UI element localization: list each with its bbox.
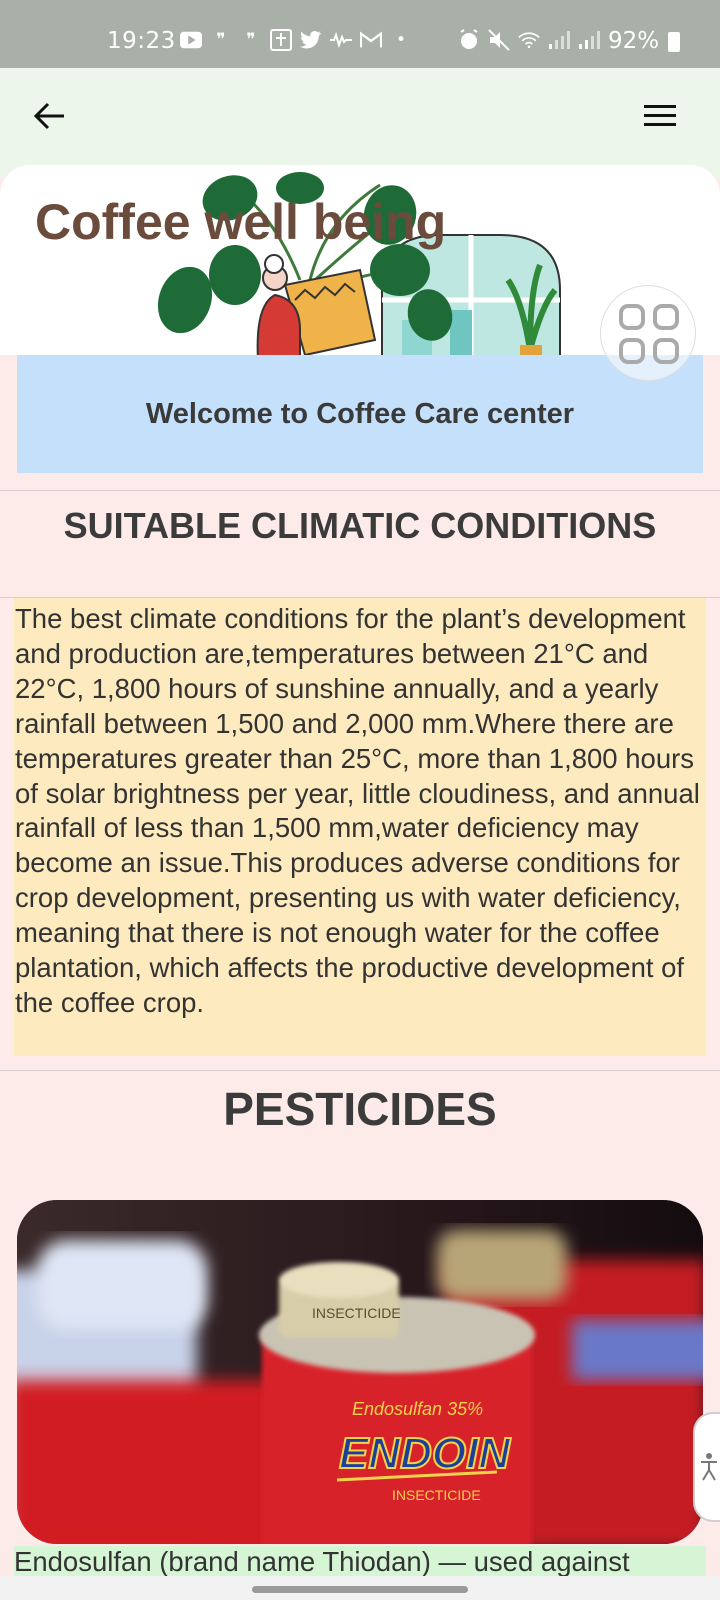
status-bar: 19:23 ❞ ❞ • 92% [0,0,720,68]
bible-app-icon [270,29,292,51]
hamburger-menu-icon [644,105,676,126]
climate-paragraph: The best climate conditions for the plan… [14,598,706,1056]
signal-icon [548,30,570,50]
home-gesture-handle[interactable] [252,1586,468,1593]
menu-button[interactable] [640,96,680,136]
alarm-icon [458,29,480,50]
status-time: 19:23 [107,28,176,54]
battery-percent: 92% [608,28,660,54]
dot-icon: • [395,29,407,50]
grid-icon [619,304,679,364]
lid-label: INSECTICIDE [312,1305,401,1321]
divider [0,490,720,491]
pesticide-photo: INSECTICIDE Endosulfan 35% ENDOIN INSECT… [17,1200,703,1544]
welcome-text: Welcome to Coffee Care center [145,397,575,430]
gmail-icon [360,30,382,50]
wifi-icon [518,30,540,50]
accessibility-button[interactable] [693,1412,720,1522]
can-brand-label: ENDOIN [339,1429,511,1478]
pesticides-heading: PESTICIDES [223,1083,497,1135]
quote-icon: ❞ [216,29,226,50]
climate-heading: SUITABLE CLIMATIC CONDITIONS [63,505,657,546]
signal-icon [578,30,600,50]
notification-icons: ❞ ❞ • [180,29,412,51]
audio-icon [330,30,352,50]
pesticide-caption: Endosulfan (brand name Thiodan) — used a… [14,1546,706,1576]
youtube-icon [180,30,202,50]
apps-grid-button[interactable] [600,285,696,381]
app-bar [0,68,720,178]
can-small-label: Endosulfan 35% [352,1399,483,1419]
divider [0,1070,720,1071]
app-title: Coffee well being [35,194,447,250]
accessibility-icon [701,1453,717,1481]
quote-icon: ❞ [246,29,256,50]
system-icons [458,29,600,51]
can-type-label: INSECTICIDE [392,1487,481,1503]
twitter-icon [300,30,322,50]
back-button[interactable] [30,96,70,136]
mute-icon [488,29,510,51]
arrow-left-icon [33,102,64,130]
battery-icon [668,32,680,52]
system-navigation-bar [0,1576,720,1600]
